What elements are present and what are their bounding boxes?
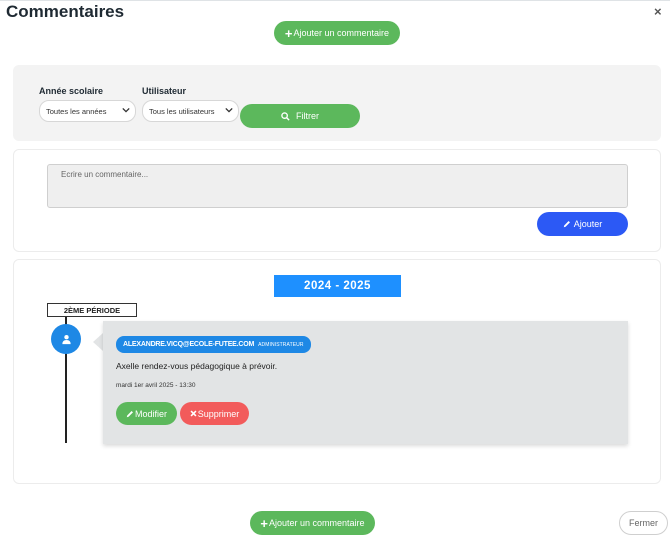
plus-icon: + — [284, 25, 293, 41]
close-icon — [190, 410, 197, 417]
author-badge: ALEXANDRE.VICQ@ECOLE-FUTEE.COM ADMINISTR… — [116, 336, 311, 353]
year-select[interactable]: Toutes les années — [39, 100, 136, 122]
close-icon[interactable]: × — [654, 4, 662, 19]
user-icon — [51, 324, 81, 354]
period-label: 2ÈME PÉRIODE — [47, 303, 137, 317]
top-divider — [0, 0, 670, 1]
close-button[interactable]: Fermer — [619, 511, 668, 535]
user-select-value: Tous les utilisateurs — [149, 106, 215, 116]
chevron-down-icon — [122, 106, 130, 116]
comments-modal: Commentaires × + Ajouter un commentaire … — [0, 0, 670, 540]
plus-icon: + — [260, 515, 269, 531]
author-role: ADMINISTRATEUR — [258, 341, 304, 348]
pencil-icon — [126, 410, 134, 418]
filter-label: Filtrer — [296, 111, 319, 121]
user-select[interactable]: Tous les utilisateurs — [142, 100, 239, 122]
add-comment-button-top[interactable]: + Ajouter un commentaire — [274, 21, 400, 45]
chevron-down-icon — [225, 106, 233, 116]
year-select-value: Toutes les années — [46, 106, 107, 116]
author-email: ALEXANDRE.VICQ@ECOLE-FUTEE.COM — [123, 341, 255, 348]
school-year-badge: 2024 - 2025 — [274, 275, 401, 297]
search-icon — [281, 111, 290, 121]
add-comment-button-bottom[interactable]: + Ajouter un commentaire — [250, 511, 375, 535]
year-filter-label: Année scolaire — [39, 86, 104, 96]
filter-button[interactable]: Filtrer — [240, 104, 360, 128]
add-comment-label: Ajouter un commentaire — [269, 518, 365, 528]
edit-button[interactable]: Modifier — [116, 402, 177, 425]
add-button[interactable]: Ajouter — [537, 212, 628, 236]
delete-label: Supprimer — [197, 408, 240, 419]
delete-button[interactable]: Supprimer — [180, 402, 249, 425]
card-pointer — [93, 333, 103, 351]
comment-text: Axelle rendez-vous pédagogique à prévoir… — [116, 361, 278, 371]
add-button-label: Ajouter — [573, 219, 603, 229]
add-comment-label: Ajouter un commentaire — [293, 28, 390, 38]
edit-label: Modifier — [134, 408, 167, 419]
comment-textarea[interactable]: Ecrire un commentaire... — [47, 164, 628, 208]
comment-date: mardi 1er avril 2025 - 13:30 — [116, 382, 196, 389]
pencil-icon — [563, 220, 571, 228]
user-filter-label: Utilisateur — [142, 86, 187, 96]
modal-title: Commentaires — [6, 2, 125, 21]
